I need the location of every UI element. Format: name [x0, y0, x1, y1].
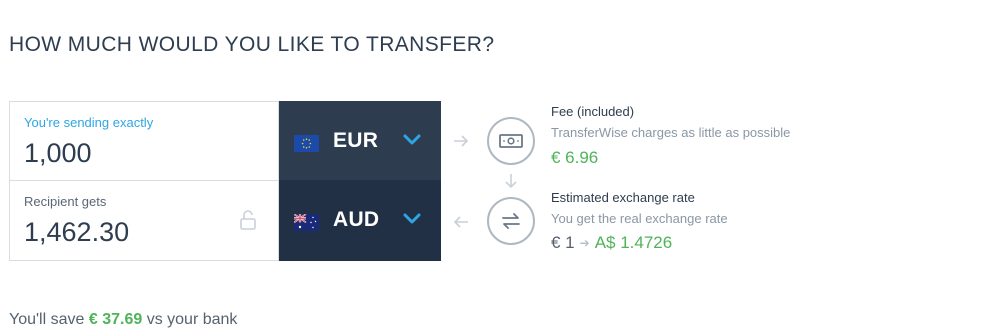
fee-title: Fee (included)	[551, 104, 635, 119]
arrow-right-icon	[454, 135, 469, 147]
unlock-icon[interactable]	[239, 209, 257, 231]
rate-from: € 1	[551, 233, 575, 252]
receive-currency-select[interactable]: AUD	[279, 180, 441, 261]
recipient-amount-field[interactable]: Recipient gets 1,462.30	[9, 180, 279, 261]
recipient-amount-input[interactable]: 1,462.30	[24, 217, 129, 248]
savings-prefix: You'll save	[9, 311, 85, 328]
exchange-arrows-icon	[502, 213, 520, 229]
receive-currency-code: AUD	[333, 208, 380, 231]
send-amount-label: You're sending exactly	[24, 115, 154, 130]
chevron-down-icon	[403, 134, 421, 145]
send-amount-input[interactable]: 1,000	[24, 138, 92, 169]
fee-value: € 6.96	[551, 148, 599, 167]
exchange-rate-value: € 1 ➔ A$ 1.4726	[551, 233, 672, 253]
banknote-icon	[499, 134, 523, 148]
page-title: HOW MUCH WOULD YOU LIKE TO TRANSFER?	[9, 33, 495, 56]
recipient-amount-label: Recipient gets	[24, 194, 107, 209]
rate-title: Estimated exchange rate	[551, 190, 695, 205]
savings-suffix: vs your bank	[146, 311, 238, 328]
fee-icon-circle	[487, 117, 535, 165]
eu-flag-icon	[294, 135, 319, 152]
arrow-down-icon	[505, 174, 517, 189]
rate-arrow-icon: ➔	[579, 236, 590, 250]
chevron-down-icon	[403, 213, 421, 224]
savings-amount: € 37.69	[88, 311, 143, 328]
savings-message: You'll save € 37.69 vs your bank	[9, 311, 237, 329]
fee-subtitle: TransferWise charges as little as possib…	[551, 125, 791, 140]
send-currency-code: EUR	[333, 129, 379, 152]
send-currency-select[interactable]: EUR	[279, 101, 441, 181]
send-amount-field[interactable]: You're sending exactly 1,000	[9, 101, 279, 181]
exchange-icon-circle	[487, 197, 535, 245]
arrow-left-icon	[453, 216, 468, 228]
rate-subtitle: You get the real exchange rate	[551, 211, 728, 226]
rate-to: A$ 1.4726	[594, 233, 673, 252]
au-flag-icon	[294, 214, 319, 231]
